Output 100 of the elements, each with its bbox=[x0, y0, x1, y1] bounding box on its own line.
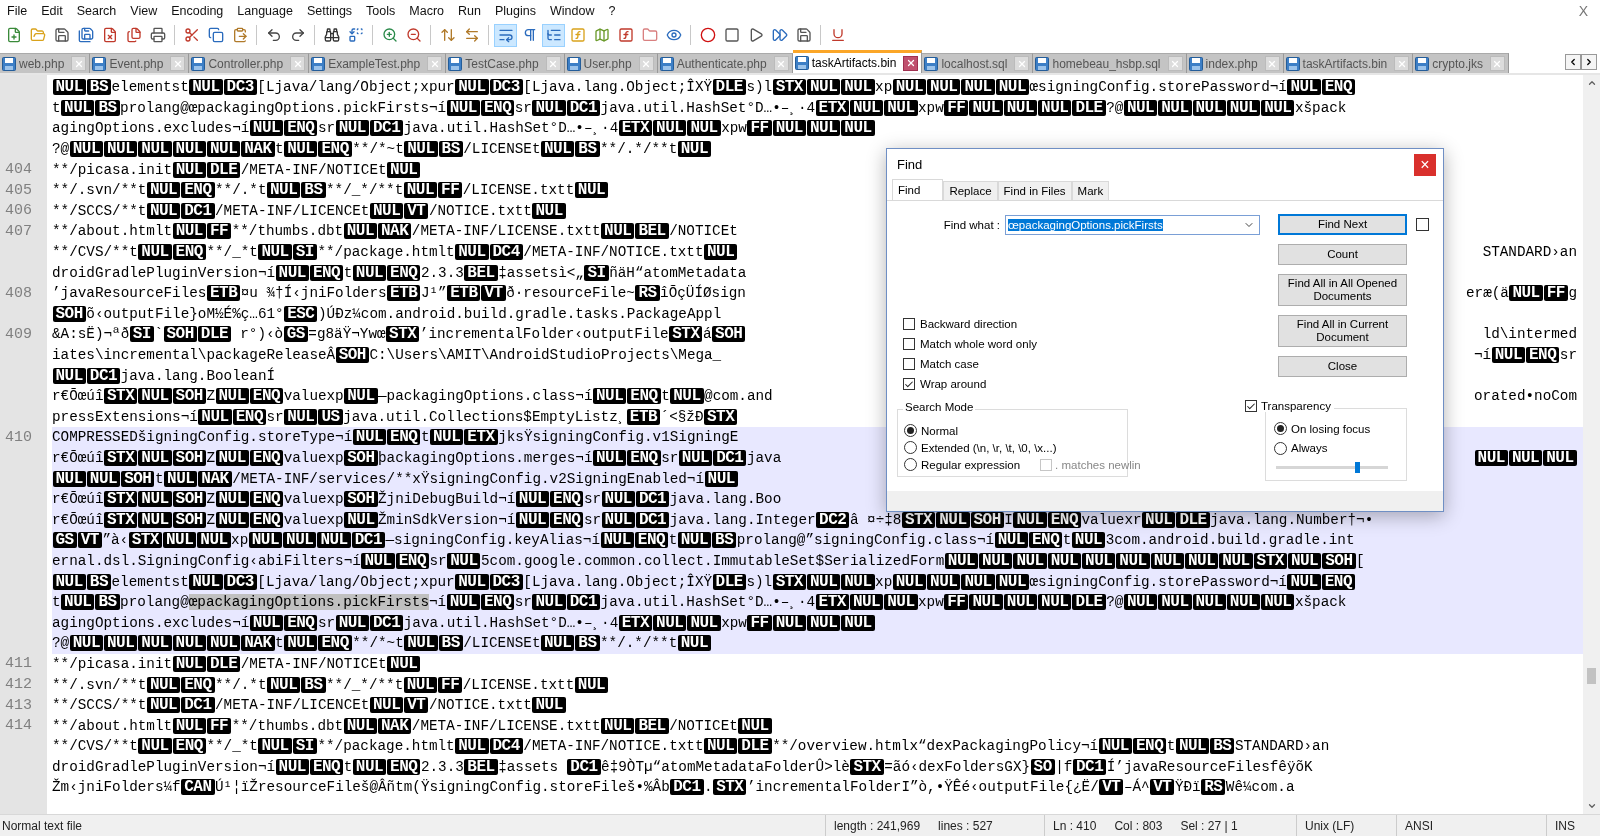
radio-label: On losing focus bbox=[1291, 422, 1371, 435]
control-character: NUL bbox=[267, 676, 301, 693]
code-text: t bbox=[661, 388, 670, 405]
code-text: **/package.htmlt bbox=[317, 244, 455, 261]
scroll-down-icon[interactable] bbox=[1586, 801, 1597, 811]
menu-item[interactable]: Edit bbox=[34, 3, 70, 19]
dialog-button[interactable]: Find Next bbox=[1278, 214, 1407, 235]
file-tab[interactable]: Controller.php bbox=[189, 53, 310, 73]
radio-button[interactable] bbox=[904, 424, 917, 437]
close-file-icon bbox=[101, 27, 118, 43]
vertical-scrollbar[interactable] bbox=[1583, 75, 1600, 814]
code-text: sr bbox=[266, 408, 284, 425]
dialog-tab[interactable]: Find bbox=[892, 179, 944, 200]
code-text: STANDARD›an bbox=[1234, 738, 1330, 755]
file-tab[interactable]: web.php bbox=[0, 53, 91, 73]
menu-item[interactable]: View bbox=[123, 3, 165, 19]
control-character: NUL bbox=[172, 141, 206, 158]
code-text: valuexp bbox=[283, 388, 344, 405]
window-close-button[interactable]: X bbox=[1578, 3, 1588, 19]
control-character: NUL bbox=[1003, 99, 1038, 116]
menu-item[interactable]: Plugins bbox=[487, 3, 543, 19]
checkbox[interactable] bbox=[1416, 218, 1429, 231]
file-tab[interactable]: homebeau_hsbp.sql bbox=[1033, 53, 1187, 73]
code-text: java bbox=[746, 450, 782, 466]
scroll-right-button[interactable] bbox=[1581, 54, 1597, 70]
toolbar-button[interactable] bbox=[494, 23, 517, 47]
code-text: Z bbox=[206, 511, 215, 528]
menu-item[interactable]: File bbox=[0, 3, 35, 19]
radio-button[interactable] bbox=[1274, 422, 1287, 436]
code-text: ¬í bbox=[1474, 347, 1492, 363]
code-text: java.util.HashSet°D…•–¸·4 bbox=[403, 614, 619, 631]
slider-thumb[interactable] bbox=[1354, 462, 1360, 473]
toolbar-button[interactable] bbox=[542, 23, 565, 47]
find-what-field[interactable]: œpackagingOptions.pickFirsts bbox=[1005, 214, 1260, 235]
radio-button[interactable] bbox=[904, 441, 917, 454]
control-character: NUL bbox=[138, 635, 172, 652]
dialog-close-button[interactable]: × bbox=[1414, 153, 1436, 176]
code-text: java.lang.BooleanÍ bbox=[120, 367, 276, 384]
menu-item[interactable]: Tools bbox=[359, 3, 403, 19]
control-character: NUL bbox=[1082, 552, 1116, 569]
menu-item[interactable]: Window bbox=[542, 3, 602, 19]
menu-item[interactable]: Macro bbox=[402, 3, 452, 19]
code-text: /LICENSEt bbox=[463, 141, 541, 158]
code-text: droidGradlePluginVersion¬í bbox=[52, 264, 276, 281]
checkbox[interactable] bbox=[903, 378, 915, 390]
checkbox[interactable] bbox=[903, 318, 915, 330]
control-character: NUL bbox=[69, 141, 103, 158]
scroll-up-icon[interactable] bbox=[1586, 78, 1597, 88]
checkmark-icon bbox=[1246, 400, 1256, 412]
control-character: NUL bbox=[687, 120, 721, 137]
file-tab[interactable]: TestCase.php bbox=[446, 53, 565, 73]
menu-item[interactable]: Settings bbox=[299, 3, 360, 19]
dialog-button[interactable]: Count bbox=[1278, 244, 1407, 265]
control-character: NUL bbox=[532, 99, 566, 116]
status-text: Col : 803 bbox=[1114, 818, 1163, 833]
control-character: NUL bbox=[969, 594, 1003, 611]
scroll-left-button[interactable] bbox=[1565, 54, 1581, 70]
control-character: NUL bbox=[52, 470, 86, 487]
file-tab[interactable]: crypto.jks bbox=[1413, 53, 1509, 73]
checkbox[interactable] bbox=[1245, 400, 1257, 412]
control-character: ENQ bbox=[1028, 532, 1063, 549]
control-character: NUL bbox=[738, 717, 772, 734]
control-character: NUL bbox=[446, 99, 480, 116]
code-text: ¤u ¾†Í‹jniFolders bbox=[240, 285, 387, 302]
menu-item[interactable]: Run bbox=[451, 3, 488, 19]
file-tab[interactable]: index.php bbox=[1186, 53, 1284, 73]
tab-close-button[interactable] bbox=[903, 55, 919, 71]
checkbox[interactable] bbox=[903, 358, 915, 370]
file-tab[interactable]: ExampleTest.php bbox=[309, 53, 447, 73]
file-tab[interactable]: User.php bbox=[564, 53, 658, 73]
dialog-button[interactable]: Find All in All Opened Documents bbox=[1278, 274, 1407, 306]
word-wrap-icon bbox=[497, 27, 514, 43]
paste-icon bbox=[231, 27, 248, 43]
code-text: ld\intermed bbox=[1482, 326, 1577, 343]
dialog-tab[interactable]: Replace bbox=[943, 181, 998, 200]
scrollbar-thumb[interactable] bbox=[1587, 668, 1596, 684]
undo-icon bbox=[265, 27, 282, 43]
file-tab[interactable]: localhost.sql bbox=[922, 53, 1034, 73]
dialog-tab[interactable]: Mark bbox=[1071, 181, 1110, 200]
file-tab[interactable]: Event.php bbox=[90, 53, 190, 73]
file-tab[interactable]: Authenticate.php bbox=[657, 53, 793, 73]
control-character: NUL bbox=[215, 491, 249, 508]
code-text: —signingConfig.keyAlias¬í bbox=[385, 532, 600, 549]
code-text: /LICENSE.txtt bbox=[462, 676, 575, 693]
file-tab[interactable]: taskArtifacts.bin bbox=[792, 50, 923, 73]
menu-item[interactable]: Search bbox=[69, 3, 124, 19]
control-character: NUL bbox=[361, 552, 395, 569]
dialog-tab[interactable]: Find in Files bbox=[997, 181, 1072, 200]
dialog-button[interactable]: Find All in Current Document bbox=[1278, 315, 1407, 347]
radio-button[interactable] bbox=[904, 458, 917, 471]
dialog-button[interactable]: Close bbox=[1278, 356, 1407, 377]
checkmark-icon bbox=[904, 378, 914, 390]
menu-item[interactable]: Encoding bbox=[164, 3, 231, 19]
menu-item[interactable]: ? bbox=[601, 3, 623, 19]
control-character: ENQ bbox=[249, 388, 284, 405]
control-character: NUL bbox=[138, 491, 172, 508]
menu-item[interactable]: Language bbox=[230, 3, 300, 19]
file-tab[interactable]: taskArtifacts.bin bbox=[1283, 53, 1414, 73]
checkbox[interactable] bbox=[903, 338, 915, 350]
radio-button[interactable] bbox=[1274, 441, 1287, 455]
